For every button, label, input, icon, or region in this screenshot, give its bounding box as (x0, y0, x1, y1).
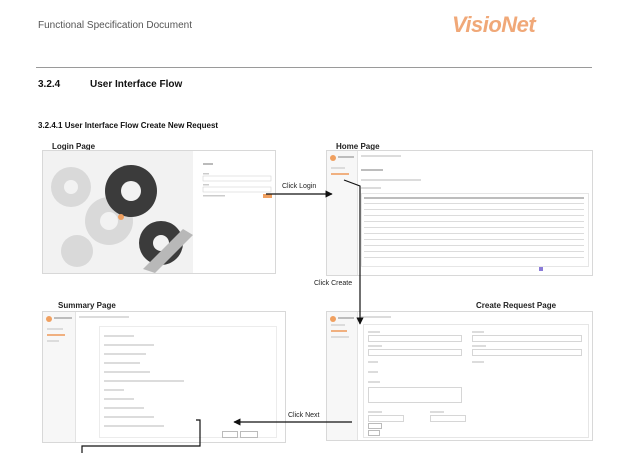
arrow-home-to-create (343, 179, 364, 325)
click-create-label: Click Create (314, 280, 353, 287)
arrow-summary-continue (81, 419, 201, 453)
flow-arrows (81, 179, 364, 453)
click-next-label: Click Next (288, 412, 320, 419)
click-login-label: Click Login (282, 183, 317, 190)
